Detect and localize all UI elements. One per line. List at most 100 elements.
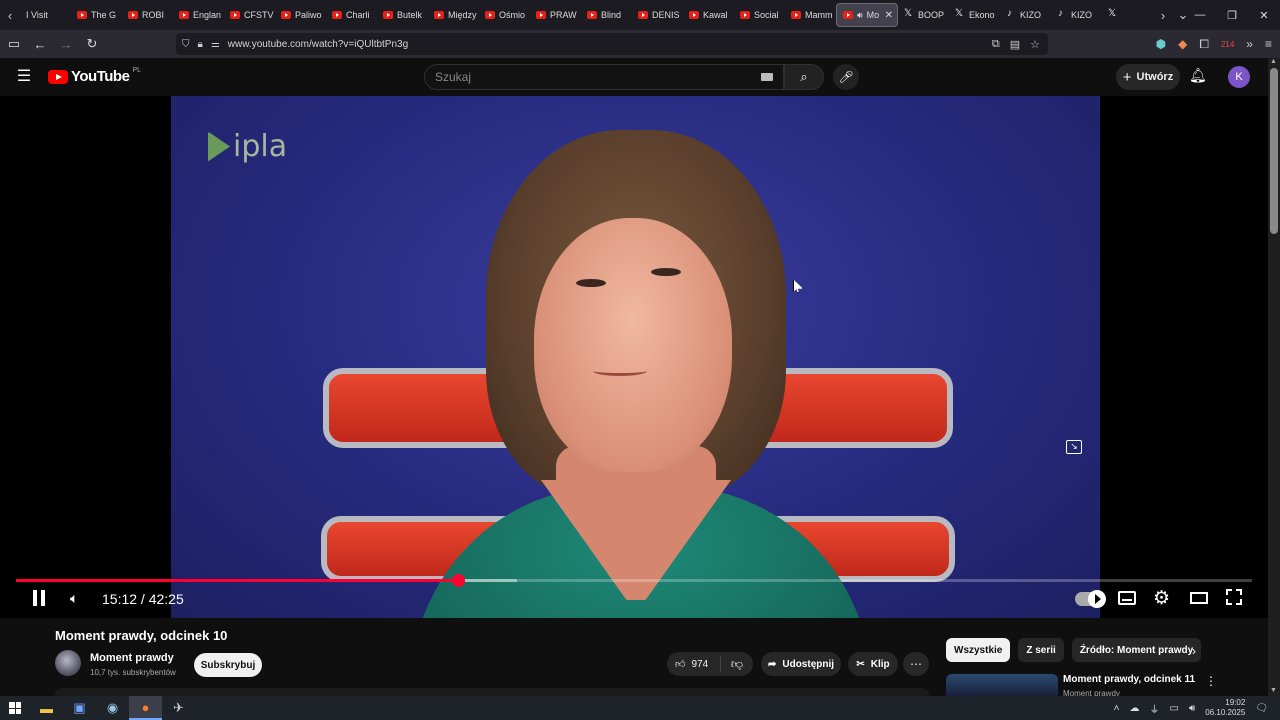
reader-view-icon[interactable]: ▤	[1010, 38, 1020, 51]
firefox-icon[interactable]: ●	[129, 696, 162, 720]
scroll-down-icon[interactable]: ▼	[1270, 687, 1277, 694]
browser-tab[interactable]: I Visit	[20, 3, 71, 27]
browser-tab[interactable]: Charli	[326, 3, 377, 27]
browser-tab[interactable]: Blind	[581, 3, 632, 27]
like-button[interactable]: 👍︎ 974	[667, 656, 721, 672]
dislike-button[interactable]: 👎︎	[721, 657, 753, 672]
scroll-up-icon[interactable]: ▲	[1270, 58, 1277, 65]
overflow-menu-chevrons-icon[interactable]: »	[1246, 37, 1253, 51]
back-icon[interactable]: ←	[28, 32, 52, 56]
chip-all[interactable]: Wszystkie	[946, 638, 1011, 662]
shield-icon[interactable]: ⛉	[182, 39, 190, 50]
reload-icon[interactable]: ↻	[80, 32, 104, 56]
theater-mode-icon[interactable]	[1190, 592, 1208, 604]
browser-tab[interactable]: Social	[734, 3, 785, 27]
search-button[interactable]: ⌕	[784, 64, 824, 90]
url-text[interactable]: www.youtube.com/watch?v=iQUltbtPn3g	[228, 39, 408, 50]
browser-tab[interactable]: Ośmio	[479, 3, 530, 27]
minimize-icon[interactable]: —	[1184, 0, 1216, 30]
browser-tab[interactable]: DENIS	[632, 3, 683, 27]
keyboard-icon[interactable]	[761, 73, 773, 81]
subscribe-button[interactable]: Subskrybuj	[194, 653, 262, 677]
browser-tab[interactable]: PRAW	[530, 3, 581, 27]
autoplay-toggle[interactable]	[1075, 590, 1106, 608]
network-icon[interactable]: ▭	[1169, 703, 1178, 714]
tab-close-icon[interactable]: ✕	[885, 10, 897, 21]
browser-tab[interactable]: Kawal	[683, 3, 734, 27]
tab-label: Paliwo	[295, 10, 322, 20]
search-box[interactable]	[424, 64, 784, 90]
recommended-more-icon[interactable]: ⋮	[1205, 674, 1217, 688]
settings-gear-icon[interactable]: ⚙	[1153, 587, 1170, 610]
fullscreen-icon[interactable]	[1226, 589, 1242, 605]
subtitles-icon[interactable]	[1118, 591, 1136, 605]
onedrive-cloud-icon[interactable]: ☁	[1129, 703, 1139, 714]
extension-shield-icon[interactable]: ⬢	[1156, 37, 1166, 51]
restore-icon[interactable]: ❐	[1216, 0, 1248, 30]
browser-tab[interactable]: The G	[71, 3, 122, 27]
app-icon[interactable]: ✈	[162, 696, 195, 720]
browser-tab[interactable]: KIZO	[1000, 3, 1051, 27]
remote-desktop-icon[interactable]: ▣	[63, 696, 96, 720]
browser-tab[interactable]: KIZO	[1051, 3, 1102, 27]
lock-icon[interactable]: 🔒︎	[198, 39, 203, 50]
page-scrollbar[interactable]: ▲ ▼	[1268, 58, 1280, 696]
voice-search-button[interactable]: 🎤︎	[833, 64, 859, 90]
picture-in-picture-icon[interactable]: ⧉	[992, 38, 1000, 51]
close-window-icon[interactable]: ✕	[1248, 0, 1280, 30]
browser-tab[interactable]: Mamm	[785, 3, 836, 27]
browser-tab[interactable]: Paliwo	[275, 3, 326, 27]
youtube-logo[interactable]: YouTube PL	[48, 67, 141, 85]
browser-tab[interactable]	[1102, 3, 1153, 27]
start-button[interactable]	[0, 696, 30, 720]
forward-icon[interactable]: →	[54, 32, 78, 56]
progress-bar[interactable]	[16, 574, 1252, 587]
chip-from-series[interactable]: Z serii	[1018, 638, 1064, 662]
video-player[interactable]: ipla ↘ 🔈︎ 15:12 / 42:25 ⚙	[0, 96, 1268, 618]
browser-tab[interactable]: 🔊︎ Mo ✕	[836, 3, 898, 27]
account-avatar[interactable]: K	[1228, 66, 1250, 88]
recommended-video-thumbnail[interactable]	[946, 674, 1058, 696]
usb-icon[interactable]: ⏚	[1149, 701, 1159, 716]
browser-tab[interactable]: Między	[428, 3, 479, 27]
browser-tab[interactable]: BOOP	[898, 3, 949, 27]
clock[interactable]: 19:02 06.10.2025	[1205, 698, 1245, 718]
share-button[interactable]: ➦ Udostępnij	[761, 652, 841, 676]
channel-name[interactable]: Moment prawdy	[90, 652, 174, 664]
extension-fox-icon[interactable]: ◆	[1178, 37, 1187, 51]
app-menu-icon[interactable]: ≡	[1265, 37, 1272, 51]
steam-icon[interactable]: ◉	[96, 696, 129, 720]
notifications-bell-icon[interactable]: 🔔︎	[1189, 67, 1207, 84]
channel-avatar[interactable]	[55, 650, 81, 676]
tray-overflow-chevron-icon[interactable]: ˄	[1114, 703, 1120, 714]
volume-icon[interactable]: 🔈︎	[70, 590, 78, 607]
extensions-puzzle-icon[interactable]: ⧠	[1199, 37, 1209, 52]
browser-tab[interactable]: Englan	[173, 3, 224, 27]
clip-button[interactable]: ✂ Klip	[848, 652, 898, 676]
file-explorer-icon[interactable]: ▬	[30, 696, 63, 720]
bookmark-star-icon[interactable]: ☆	[1030, 38, 1040, 51]
browser-tab[interactable]: Butelk	[377, 3, 428, 27]
miniplayer-icon[interactable]: ↘	[1066, 440, 1082, 454]
create-button[interactable]: + Utwórz	[1116, 64, 1180, 90]
tabs-scroll-right-icon[interactable]: ›	[1153, 0, 1173, 30]
browser-tab[interactable]: Ekono	[949, 3, 1000, 27]
recommended-video-title[interactable]: Moment prawdy, odcinek 11	[1063, 674, 1195, 685]
search-input[interactable]	[435, 70, 735, 84]
address-bar[interactable]: ⛉ 🔒︎ ⚌ www.youtube.com/watch?v=iQUltbtPn…	[176, 33, 1048, 55]
tabs-scroll-left-icon[interactable]: ‹	[0, 0, 20, 30]
notifications-icon[interactable]: 🗨︎	[1255, 703, 1268, 714]
guide-menu-icon[interactable]: ☰	[14, 68, 34, 86]
chip-source-channel[interactable]: Źródło: Moment prawdy	[1071, 638, 1202, 662]
sidebar-toggle-icon[interactable]: ▭	[2, 32, 26, 56]
browser-tab[interactable]: CFSTV	[224, 3, 275, 27]
scrollbar-thumb[interactable]	[1270, 68, 1278, 234]
pause-icon[interactable]	[30, 590, 48, 608]
tab-audio-icon[interactable]: 🔊︎	[857, 10, 863, 21]
more-actions-icon[interactable]: ⋯	[903, 652, 929, 676]
speaker-icon[interactable]: 🔊︎	[1189, 703, 1195, 714]
browser-tab[interactable]: ROBI	[122, 3, 173, 27]
chips-next-chevron-icon[interactable]: ›	[1192, 644, 1196, 658]
permissions-icon[interactable]: ⚌	[211, 39, 220, 50]
extension-badge[interactable]: 214	[1221, 40, 1234, 49]
